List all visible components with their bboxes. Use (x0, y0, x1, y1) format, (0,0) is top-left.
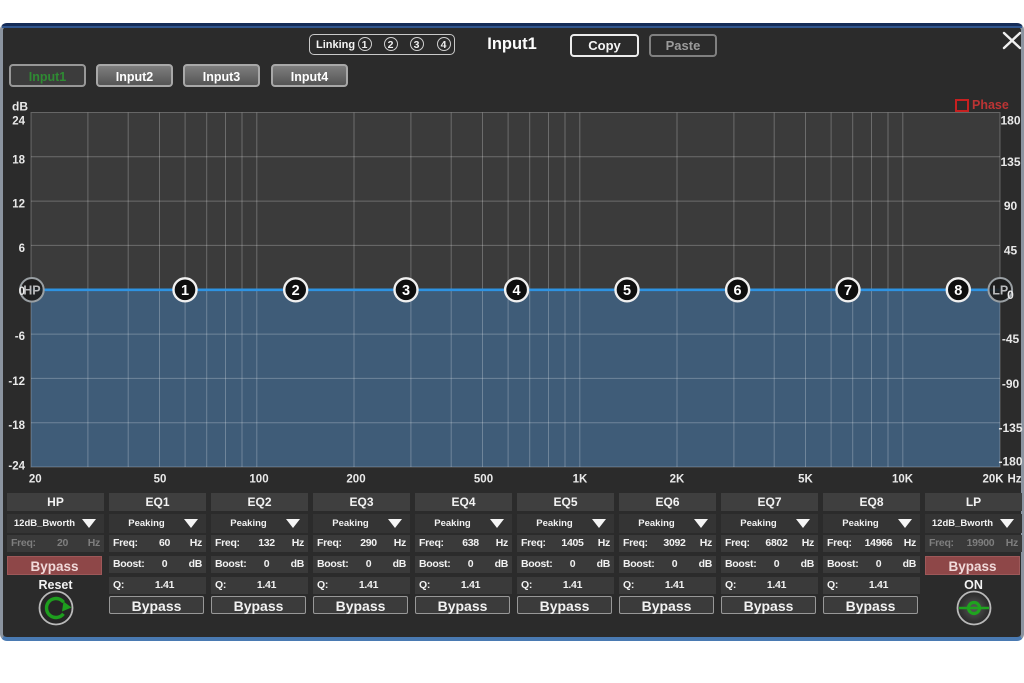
svg-text:20K: 20K (982, 474, 1004, 486)
svg-text:100: 100 (249, 474, 268, 486)
svg-text:-12: -12 (8, 376, 25, 388)
svg-text:1: 1 (181, 283, 189, 299)
svg-text:90: 90 (1004, 199, 1018, 213)
svg-text:180: 180 (1000, 114, 1020, 128)
svg-text:2: 2 (292, 283, 300, 299)
svg-text:2K: 2K (670, 474, 685, 486)
svg-text:4: 4 (513, 283, 521, 299)
svg-text:7: 7 (844, 283, 852, 299)
svg-text:-180: -180 (998, 455, 1022, 469)
svg-text:8: 8 (954, 283, 962, 299)
svg-text:-24: -24 (8, 461, 25, 473)
svg-text:500: 500 (474, 474, 493, 486)
svg-text:50: 50 (154, 474, 167, 486)
svg-text:-18: -18 (8, 420, 25, 432)
svg-text:1K: 1K (573, 474, 588, 486)
svg-text:-45: -45 (1002, 332, 1020, 346)
svg-text:HP: HP (23, 284, 40, 298)
svg-text:24: 24 (12, 116, 25, 128)
svg-text:LP: LP (992, 284, 1008, 298)
svg-text:135: 135 (1000, 155, 1020, 169)
svg-text:5K: 5K (798, 474, 813, 486)
svg-text:-6: -6 (15, 331, 25, 343)
svg-text:-90: -90 (1002, 377, 1020, 391)
svg-text:3: 3 (402, 283, 410, 299)
svg-text:dB: dB (12, 100, 28, 114)
svg-text:5: 5 (623, 283, 631, 299)
svg-text:-135: -135 (998, 421, 1022, 435)
svg-text:20: 20 (29, 474, 42, 486)
svg-text:10K: 10K (892, 474, 914, 486)
svg-text:Hz: Hz (1007, 474, 1021, 486)
svg-text:18: 18 (12, 154, 25, 166)
svg-text:0: 0 (1007, 288, 1014, 302)
svg-text:12: 12 (12, 199, 25, 211)
svg-text:0: 0 (19, 286, 25, 298)
svg-text:45: 45 (1004, 243, 1018, 257)
svg-text:200: 200 (346, 474, 365, 486)
svg-text:6: 6 (19, 243, 25, 255)
svg-text:6: 6 (734, 283, 742, 299)
